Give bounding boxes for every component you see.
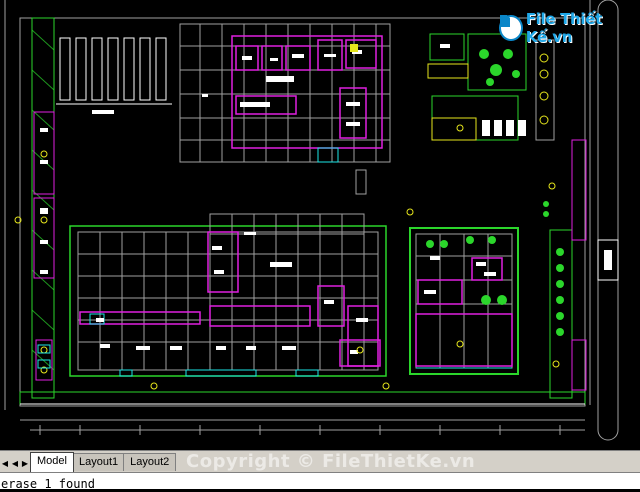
copyright-watermark: Copyright © FileThietKe.vn (186, 451, 476, 472)
tab-layout1[interactable]: Layout1 (71, 453, 126, 471)
tab-model[interactable]: Model (30, 452, 74, 472)
tab-first-arrow-icon[interactable]: ◀ (1, 456, 9, 470)
tab-prev-arrow-icon[interactable]: ◀ (11, 456, 19, 470)
floor-plan-drawing (4, 0, 619, 441)
tab-layout2[interactable]: Layout2 (123, 453, 177, 471)
command-line-text: erase 1 found (1, 477, 95, 491)
site-logo: File Thiết Kế.vn (499, 10, 640, 46)
drawing-canvas[interactable]: File Thiết Kế.vn (0, 0, 640, 450)
logo-text: File Thiết Kế.vn (525, 10, 603, 46)
file-icon (499, 15, 523, 41)
cad-window: File Thiết Kế.vn ◀ ◀ ▶ Model Layout1 Lay… (0, 0, 640, 491)
command-line[interactable]: erase 1 found (0, 472, 640, 491)
tab-next-arrow-icon[interactable]: ▶ (21, 456, 29, 470)
